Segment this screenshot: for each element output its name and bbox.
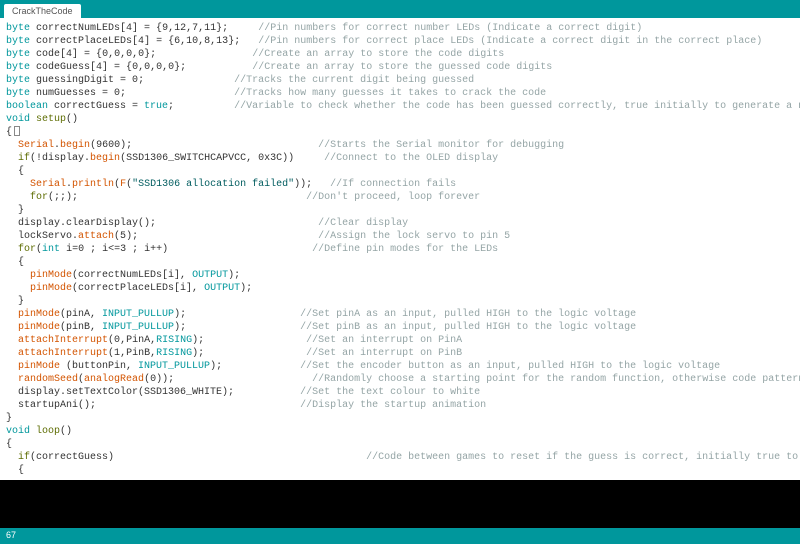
code-editor[interactable]: byte correctNumLEDs[4] = {9,12,7,11}; //… [0,18,800,480]
caret-icon [14,126,20,136]
status-bar: 67 [0,528,800,544]
console-panel [0,480,800,528]
tab-bar: CrackTheCode [0,0,800,18]
status-line-number: 67 [6,530,16,540]
tab-crackthecode[interactable]: CrackTheCode [4,4,81,18]
